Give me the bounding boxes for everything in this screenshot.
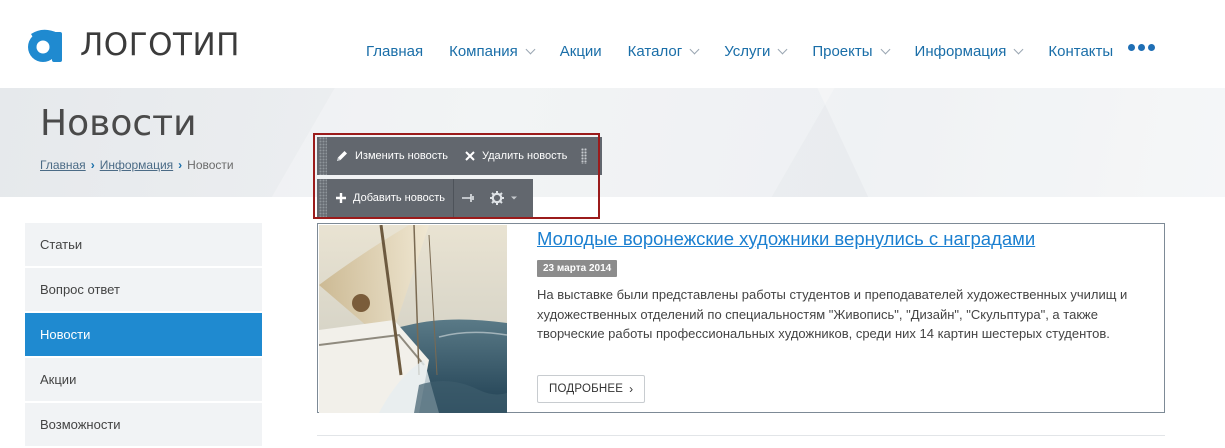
- sidebar-item-news[interactable]: Новости: [25, 313, 262, 356]
- nav-item-label: Информация: [914, 42, 1007, 60]
- sidebar-item-articles[interactable]: Статьи: [25, 223, 262, 266]
- breadcrumb-chevron-icon: ›: [90, 158, 95, 172]
- sidebar-item-label: Вопрос ответ: [40, 282, 120, 297]
- read-more-label: ПОДРОБНЕЕ: [549, 383, 624, 395]
- chevron-down-icon: [1013, 44, 1024, 54]
- nav-item-label: Проекты: [812, 42, 873, 60]
- nav-item-label: Услуги: [724, 42, 771, 60]
- sidebar-item-label: Новости: [40, 327, 91, 342]
- news-preview-text: На выставке были представлены работы сту…: [537, 287, 1128, 341]
- nav-item-home[interactable]: Главная: [366, 43, 423, 60]
- chevron-down-icon: [777, 44, 788, 54]
- breadcrumb-current: Новости: [187, 158, 234, 172]
- sidebar-item-promos[interactable]: Акции: [25, 358, 262, 401]
- sidebar-item-label: Статьи: [40, 237, 83, 252]
- main-nav: Главная Компания Акции Каталог Услуги Пр…: [366, 41, 1139, 61]
- chevron-right-icon: ›: [629, 382, 634, 396]
- sidebar-item-faq[interactable]: Вопрос ответ: [25, 268, 262, 311]
- nav-item-company[interactable]: Компания: [449, 42, 536, 60]
- logo-a-icon: [28, 29, 62, 62]
- more-dots-icon[interactable]: [1128, 44, 1158, 51]
- chevron-down-icon: [689, 44, 700, 54]
- chevron-down-icon: [525, 44, 536, 54]
- page-title: Новости: [40, 103, 197, 144]
- news-date-badge: 23 марта 2014: [537, 260, 618, 277]
- nav-item-promos[interactable]: Акции: [560, 43, 602, 60]
- nav-item-label: Компания: [449, 42, 518, 60]
- nav-item-catalog[interactable]: Каталог: [627, 42, 700, 60]
- breadcrumb-home-link[interactable]: Главная: [40, 158, 86, 172]
- breadcrumb-info-link[interactable]: Информация: [100, 158, 173, 172]
- nav-item-contacts[interactable]: Контакты: [1048, 43, 1113, 60]
- chevron-down-icon: [880, 44, 890, 54]
- breadcrumb-chevron-icon: ›: [178, 158, 183, 172]
- logo-text: ЛОГОТИП: [80, 26, 240, 63]
- nav-item-label: Акции: [559, 42, 602, 60]
- nav-item-label: Главная: [366, 42, 424, 60]
- news-divider: [317, 435, 1165, 436]
- nav-item-services[interactable]: Услуги: [724, 42, 788, 60]
- site-header: ЛОГОТИП Главная Компания Акции Каталог У…: [0, 0, 1225, 88]
- read-more-button[interactable]: ПОДРОБНЕЕ ›: [537, 375, 646, 403]
- breadcrumb: Главная › Информация › Новости: [40, 158, 234, 172]
- nav-item-label: Каталог: [627, 42, 683, 60]
- sailboat-image: [319, 225, 507, 413]
- news-title-link[interactable]: Молодые воронежские художники вернулись …: [537, 228, 1035, 250]
- nav-item-info[interactable]: Информация: [914, 42, 1024, 60]
- news-item: Молодые воронежские художники вернулись …: [317, 223, 1165, 413]
- page-banner: Новости Главная › Информация › Новости: [0, 88, 1225, 197]
- sidebar-item-features[interactable]: Возможности: [25, 403, 262, 446]
- logo[interactable]: ЛОГОТИП: [25, 24, 240, 65]
- admin-highlight-frame: [313, 133, 600, 219]
- sidebar-item-label: Возможности: [40, 417, 121, 432]
- nav-item-projects[interactable]: Проекты: [812, 42, 890, 60]
- nav-item-label: Контакты: [1048, 42, 1114, 60]
- news-image[interactable]: [319, 225, 507, 413]
- sidebar-menu: Статьи Вопрос ответ Новости Акции Возмож…: [25, 223, 262, 448]
- sidebar-item-label: Акции: [40, 372, 77, 387]
